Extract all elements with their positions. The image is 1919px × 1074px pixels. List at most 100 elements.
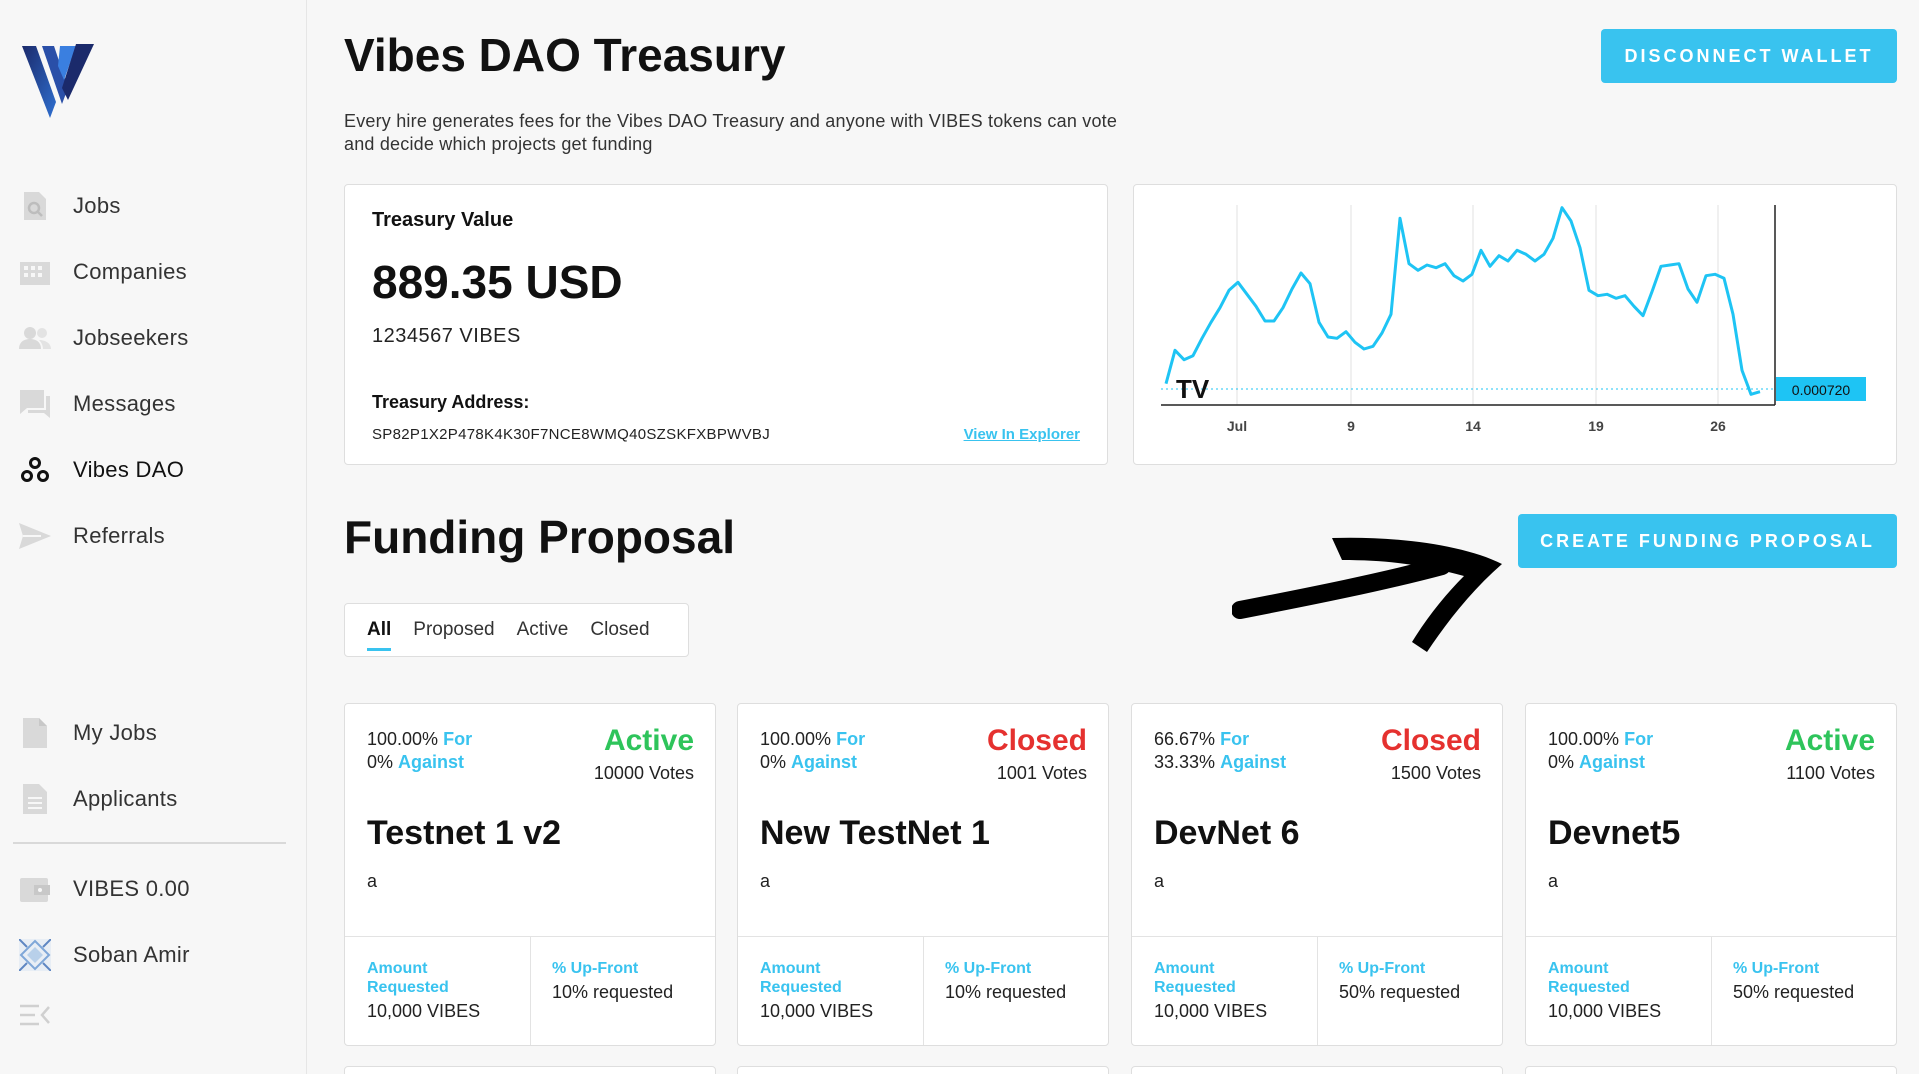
proposal-description: a: [1548, 871, 1559, 891]
job-search-icon: [18, 189, 52, 223]
against-percentage: 0%: [367, 752, 394, 772]
collapse-menu-button[interactable]: [18, 995, 52, 1035]
sidebar-item-my-jobs[interactable]: My Jobs: [18, 713, 157, 753]
sidebar-item-jobs[interactable]: Jobs: [18, 186, 121, 226]
tab-proposed[interactable]: Proposed: [413, 619, 494, 641]
against-label: Against: [1220, 752, 1287, 772]
main-content: Vibes DAO Treasury Every hire generates …: [307, 0, 1919, 1074]
sidebar-item-label: My Jobs: [73, 720, 158, 745]
treasury-value-label: Treasury Value: [372, 209, 514, 231]
status-badge: Active: [603, 724, 694, 757]
for-percentage: 100.00%: [367, 729, 439, 749]
sidebar-item-wallet[interactable]: VIBES 0.00: [18, 869, 190, 909]
view-in-explorer-link[interactable]: View In Explorer: [964, 426, 1080, 443]
upfront-label: % Up-Front: [945, 960, 1032, 977]
proposal-card[interactable]: 66.67% For 33.33% Against Closed 1500 Vo…: [1131, 703, 1503, 1046]
amount-requested-value: 10,000 VIBES: [1154, 1001, 1268, 1021]
sidebar-item-label: Vibes DAO: [73, 457, 185, 482]
proposal-card-partial: [1525, 1066, 1897, 1074]
sidebar-item-user[interactable]: Soban Amir: [18, 935, 190, 975]
proposal-card[interactable]: 100.00% For 0% Against Closed 1001 Votes…: [737, 703, 1109, 1046]
sidebar-item-jobseekers[interactable]: Jobseekers: [18, 318, 189, 358]
wallet-icon: [18, 872, 52, 906]
tradingview-watermark: TV: [1176, 374, 1210, 404]
x-tick-label: 14: [1465, 418, 1481, 434]
upfront-value: 10% requested: [945, 982, 1067, 1002]
proposal-title: Testnet 1 v2: [367, 814, 562, 852]
proposal-description: a: [1154, 871, 1165, 891]
sidebar-item-label: Applicants: [73, 786, 178, 811]
status-badge: Closed: [1380, 724, 1481, 757]
arrow-annotation: [1232, 537, 1502, 652]
proposal-footer: Amount Requested 10,000 VIBES % Up-Front 5…: [1526, 936, 1896, 1045]
sidebar-item-label: Jobs: [73, 193, 121, 218]
x-tick-label: 26: [1710, 418, 1726, 434]
proposal-title: Devnet5: [1548, 814, 1681, 852]
sidebar-item-applicants[interactable]: Applicants: [18, 779, 178, 819]
vibes-logo[interactable]: [20, 40, 100, 120]
proposal-description: a: [760, 871, 771, 891]
proposal-footer: Amount Requested 10,000 VIBES % Up-Front 1…: [345, 936, 715, 1045]
building-icon: [18, 255, 52, 289]
proposal-card[interactable]: 100.00% For 0% Against Active 1100 Votes…: [1525, 703, 1897, 1046]
amount-requested-value: 10,000 VIBES: [760, 1001, 874, 1021]
vote-count: 1500 Votes: [1390, 763, 1481, 783]
document-lines-icon: [18, 782, 52, 816]
proposal-card-partial: [737, 1066, 1109, 1074]
tab-all[interactable]: All: [367, 619, 392, 651]
disconnect-wallet-button[interactable]: DISCONNECT WALLET: [1601, 29, 1897, 83]
x-tick-label: 19: [1588, 418, 1604, 434]
treasury-address: SP82P1X2P478K4K30F7NCE8WMQ40SZSKFXBPWVBJ: [372, 426, 771, 443]
vote-percentages: 100.00% For 0% Against: [1548, 728, 1653, 774]
chat-icon: [18, 387, 52, 421]
vote-count: 10000 Votes: [593, 763, 694, 783]
avatar: [18, 938, 52, 972]
tab-active[interactable]: Active: [517, 619, 569, 641]
tab-closed[interactable]: Closed: [590, 619, 649, 641]
for-percentage: 100.00%: [760, 729, 832, 749]
price-chart-card: Jul 9 14 19 26 TV 0.000720: [1133, 184, 1897, 465]
proposal-title: DevNet 6: [1154, 814, 1300, 852]
vote-percentages: 100.00% For 0% Against: [760, 728, 865, 774]
for-label: For: [1220, 729, 1250, 749]
dao-icon: [18, 453, 52, 487]
against-label: Against: [1579, 752, 1646, 772]
proposal-title: New TestNet 1: [760, 814, 990, 852]
against-label: Against: [398, 752, 465, 772]
wallet-balance: VIBES 0.00: [73, 876, 190, 901]
amount-requested-label: Amount Requested: [760, 960, 842, 996]
sidebar-item-label: Referrals: [73, 523, 165, 548]
against-percentage: 0%: [1548, 752, 1575, 772]
funding-section-title: Funding Proposal: [344, 511, 735, 563]
page-description: Every hire generates fees for the Vibes …: [344, 111, 1118, 154]
proposal-filter-tabs: All Proposed Active Closed: [344, 603, 689, 657]
proposal-card-partial: [344, 1066, 716, 1074]
treasury-card: Treasury Value 889.35 USD 1234567 VIBES …: [344, 184, 1108, 465]
vote-count: 1100 Votes: [1786, 763, 1875, 783]
against-label: Against: [791, 752, 858, 772]
price-series-line: [1164, 206, 1761, 396]
create-funding-proposal-button[interactable]: CREATE FUNDING PROPOSAL: [1518, 514, 1897, 568]
proposal-card[interactable]: 100.00% For 0% Against Active 10000 Vote…: [344, 703, 716, 1046]
upfront-label: % Up-Front: [1733, 960, 1820, 977]
proposal-footer: Amount Requested 10,000 VIBES % Up-Front 5…: [1132, 936, 1502, 1045]
sidebar: Jobs Companies Jobseekers Messages Vibes…: [0, 0, 307, 1074]
against-percentage: 0%: [760, 752, 787, 772]
sidebar-item-companies[interactable]: Companies: [18, 252, 187, 292]
for-label: For: [1624, 729, 1654, 749]
status-badge: Active: [1784, 724, 1875, 757]
sidebar-item-messages[interactable]: Messages: [18, 384, 176, 424]
treasury-vibes-value: 1234567 VIBES: [372, 325, 521, 347]
vote-percentages: 66.67% For 33.33% Against: [1154, 728, 1286, 774]
amount-requested-label: Amount Requested: [1548, 960, 1630, 996]
send-icon: [18, 519, 52, 553]
proposal-footer: Amount Requested 10,000 VIBES % Up-Front 1…: [738, 936, 1108, 1045]
people-icon: [18, 321, 52, 355]
sidebar-item-referrals[interactable]: Referrals: [18, 516, 165, 556]
sidebar-item-vibes-dao[interactable]: Vibes DAO: [18, 450, 184, 490]
proposal-description: a: [367, 871, 378, 891]
status-badge: Closed: [986, 724, 1087, 757]
sidebar-item-label: Jobseekers: [73, 325, 189, 350]
for-label: For: [443, 729, 473, 749]
sidebar-item-label: Companies: [73, 259, 187, 284]
